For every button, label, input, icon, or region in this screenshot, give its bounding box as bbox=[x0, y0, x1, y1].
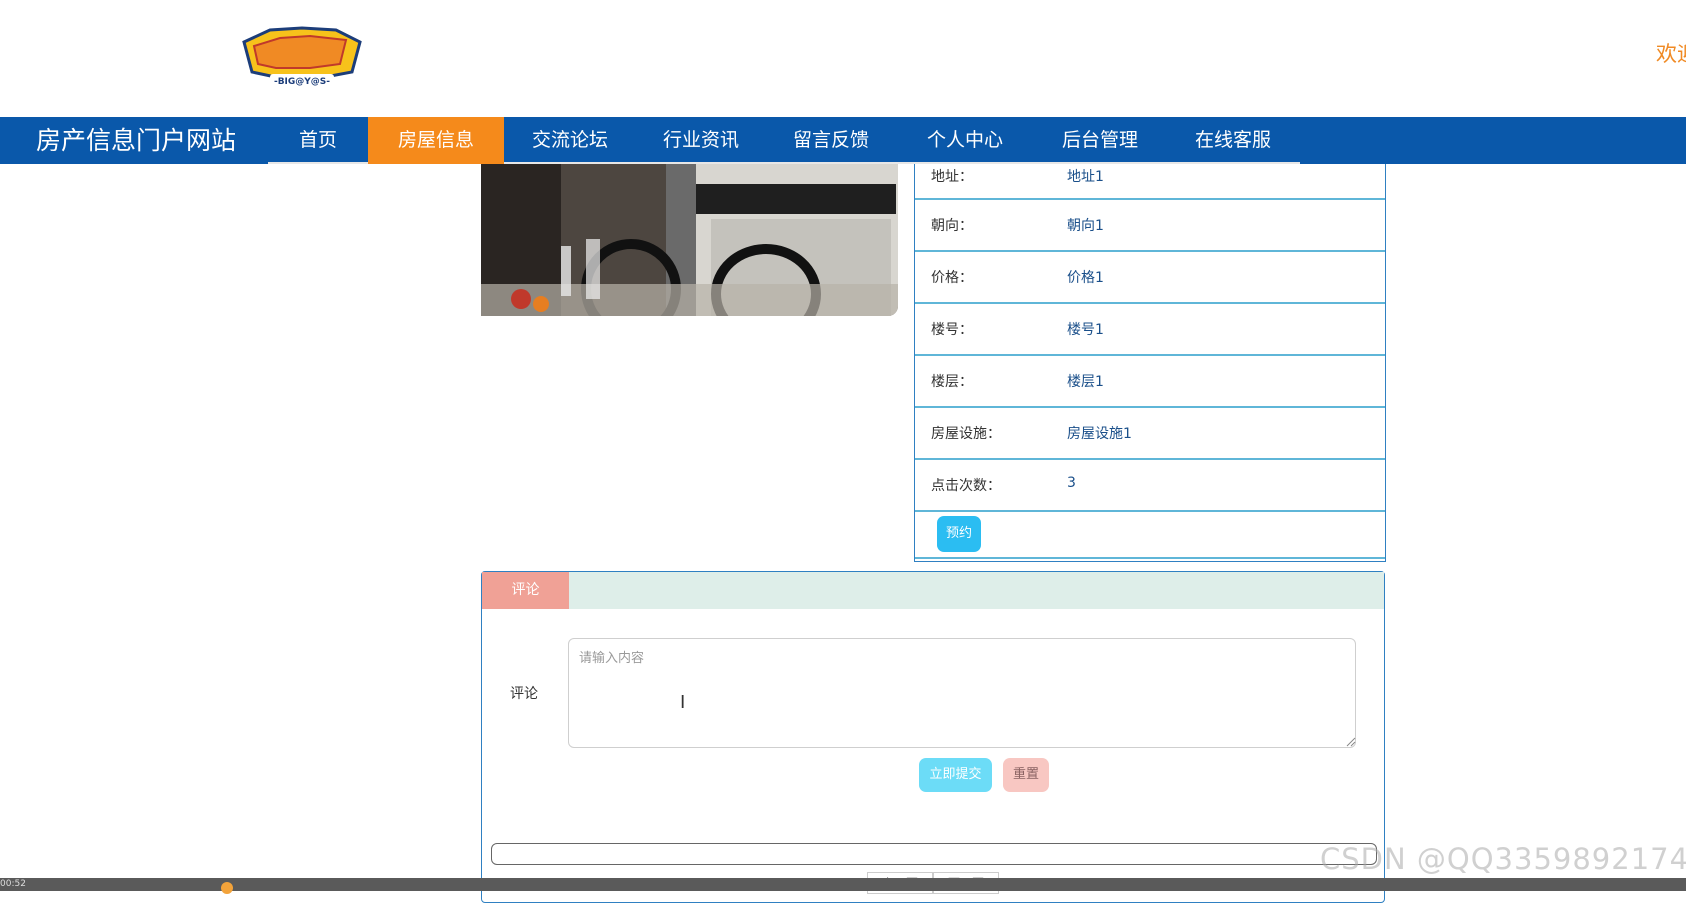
nav-house-info[interactable]: 房屋信息 bbox=[368, 117, 504, 164]
nav-industry-news[interactable]: 行业资讯 bbox=[636, 117, 766, 164]
resize-handle-icon[interactable] bbox=[1346, 737, 1356, 747]
house-photo bbox=[481, 164, 898, 316]
text-cursor-icon: I bbox=[680, 692, 686, 713]
nav-home[interactable]: 首页 bbox=[268, 117, 368, 164]
detail-row-clicks: 点击次数： 3 bbox=[915, 460, 1385, 512]
top-header: -BIG@Y@S- 欢迎来 bbox=[0, 0, 1686, 117]
svg-text:-BIG@Y@S-: -BIG@Y@S- bbox=[274, 77, 330, 87]
site-logo[interactable]: -BIG@Y@S- bbox=[240, 24, 364, 88]
submit-button[interactable]: 立即提交 bbox=[919, 758, 992, 792]
divider bbox=[915, 557, 1385, 559]
reset-button[interactable]: 重置 bbox=[1003, 758, 1049, 792]
detail-row-facilities: 房屋设施： 房屋设施1 bbox=[915, 408, 1385, 460]
nav-online-service[interactable]: 在线客服 bbox=[1166, 117, 1300, 164]
comment-label: 评论 bbox=[510, 686, 538, 702]
taskbar: 00:52 bbox=[0, 878, 1686, 894]
comment-input[interactable] bbox=[568, 638, 1356, 748]
house-details-panel: 地址： 地址1 朝向： 朝向1 价格： 价格1 楼号： 楼号1 楼层： 楼层1 … bbox=[914, 164, 1386, 562]
welcome-text: 欢迎来 bbox=[1656, 42, 1686, 66]
detail-row-building: 楼号： 楼号1 bbox=[915, 304, 1385, 356]
detail-row-orientation: 朝向： 朝向1 bbox=[915, 200, 1385, 252]
comment-list bbox=[491, 843, 1377, 865]
comment-tabbar: 评论 bbox=[482, 572, 1384, 609]
taskbar-time: 00:52 bbox=[0, 879, 26, 889]
nav-feedback[interactable]: 留言反馈 bbox=[766, 117, 896, 164]
book-button[interactable]: 预约 bbox=[937, 516, 981, 552]
detail-row-price: 价格： 价格1 bbox=[915, 252, 1385, 304]
nav-forum[interactable]: 交流论坛 bbox=[504, 117, 636, 164]
site-brand[interactable]: 房产信息门户网站 bbox=[36, 117, 236, 164]
taskbar-app-icon[interactable] bbox=[221, 882, 233, 894]
nav-personal-center[interactable]: 个人中心 bbox=[896, 117, 1034, 164]
tab-comment[interactable]: 评论 bbox=[482, 572, 569, 609]
watermark: CSDN @QQ3359892174 bbox=[1320, 842, 1686, 876]
detail-row-address: 地址： 地址1 bbox=[915, 164, 1385, 200]
comment-panel: 评论 评论 立即提交 重置 上一页 下一页 bbox=[481, 571, 1385, 903]
main-nav: 房产信息门户网站 首页 房屋信息 交流论坛 行业资讯 留言反馈 个人中心 后台管… bbox=[0, 117, 1686, 164]
detail-row-floor: 楼层： 楼层1 bbox=[915, 356, 1385, 408]
nav-admin[interactable]: 后台管理 bbox=[1034, 117, 1166, 164]
